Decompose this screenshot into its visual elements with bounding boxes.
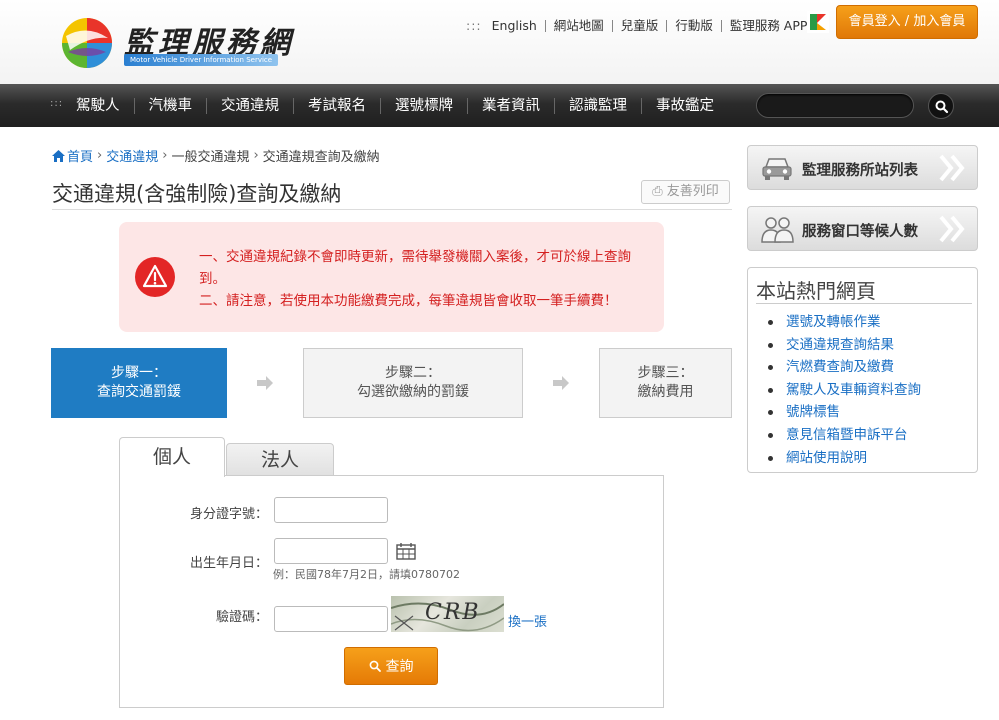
nav-items: 駕駛人 汽機車 交通違規 考試報名 選號標牌 業者資訊 認識監理 事故鑑定 [62,84,728,127]
site-header: 監理服務網 Motor Vehicle Driver Information S… [0,0,999,84]
step-1: 步驟一： 查詢交通罰鍰 [51,348,227,418]
printer-icon: ⎙ [652,184,663,199]
calendar-icon[interactable] [396,542,416,560]
notice-box: 一、交通違規紀錄不會即時更新，需待舉發機關入案後，才可於線上查詢到。 二、請注意… [119,222,664,332]
popular-link[interactable]: 交通違規查詢結果 [748,334,921,357]
step-3: 步驟三： 繳納費用 [599,348,732,418]
step-3-desc: 繳納費用 [637,384,694,400]
login-button[interactable]: 會員登入 / 加入會員 [836,5,978,39]
popular-link[interactable]: 選號及轉帳作業 [748,311,921,334]
captcha-input[interactable] [274,606,388,632]
birth-label: 出生年月日： [189,556,268,571]
popular-pages-box: 本站熱門網頁 選號及轉帳作業 交通違規查詢結果 汽燃費查詢及繳費 駕駛人及車輛資… [747,267,978,473]
search-icon [369,660,381,672]
popular-link[interactable]: 號牌標售 [748,401,921,424]
link-english[interactable]: English [492,19,545,32]
nav-item-accident[interactable]: 事故鑑定 [641,97,728,114]
warning-icon [135,257,175,297]
breadcrumb-separator: › [97,148,103,163]
arrow-right-icon [257,376,273,390]
station-list-button[interactable]: 監理服務所站列表 [747,145,978,190]
notice-text: 一、交通違規紀錄不會即時更新，需待舉發機關入案後，才可於線上查詢到。 二、請注意… [199,246,654,312]
popular-link[interactable]: 網站使用說明 [748,447,921,470]
logo-mark-icon [62,18,112,68]
nav-item-about[interactable]: 認識監理 [554,97,641,114]
link-mobile[interactable]: 行動版 [666,19,721,32]
step-3-title: 步驟三： [637,365,694,381]
breadcrumb-separator: › [162,148,168,163]
popular-link[interactable]: 駕駛人及車輛資料查詢 [748,379,921,402]
captcha-image: CRB [391,596,504,632]
site-logo[interactable]: 監理服務網 Motor Vehicle Driver Information S… [60,16,300,70]
car-icon [762,158,792,180]
step-1-title: 步驟一： [111,365,167,381]
search-button[interactable]: 查詢 [344,647,438,685]
nav-item-violation[interactable]: 交通違規 [206,97,293,114]
nav-item-business[interactable]: 業者資訊 [467,97,554,114]
station-list-label: 監理服務所站列表 [802,163,918,179]
link-sitemap[interactable]: 網站地圖 [544,19,612,32]
search-icon [935,100,949,114]
captcha-label: 驗證碼： [215,610,268,625]
print-button[interactable]: ⎙ 友善列印 [641,180,730,204]
top-links-dots: ::: [466,18,482,33]
birthdate-hint: 例：民國78年7月2日，請填0780702 [273,568,460,581]
nav-item-vehicle[interactable]: 汽機車 [133,97,207,114]
arrow-right-icon [553,376,569,390]
step-1-desc: 查詢交通罰鍰 [97,384,181,400]
people-queue-icon [761,217,794,243]
id-label: 身分證字號： [189,507,268,522]
breadcrumb-current: 交通違規查詢及繳納 [262,150,380,165]
nav-search-input[interactable] [756,93,914,118]
print-label: 友善列印 [666,184,719,199]
double-chevron-right-icon [939,154,965,182]
breadcrumb-general: 一般交通違規 [171,150,250,165]
nav-item-plate[interactable]: 選號標牌 [380,97,467,114]
step-2-title: 步驟二： [385,365,441,381]
nav-item-driver[interactable]: 駕駛人 [62,98,134,114]
captcha-image-text: CRB [425,600,481,625]
waiting-count-label: 服務窗口等候人數 [802,224,918,240]
link-kids[interactable]: 兒童版 [611,19,667,32]
breadcrumb-separator: › [253,148,259,163]
notice-line-2: 二、請注意，若使用本功能繳費完成，每筆違規皆會收取一筆手續費！ [199,293,618,309]
nav-search-button[interactable] [928,93,954,119]
page-title: 交通違規(含強制險)查詢及繳納 [52,182,342,206]
popular-link[interactable]: 汽燃費查詢及繳費 [748,356,921,379]
main-nav: ::: 駕駛人 汽機車 交通違規 考試報名 選號標牌 業者資訊 認識監理 事故鑑… [0,84,999,127]
refresh-captcha-link[interactable]: 換一張 [508,611,547,630]
breadcrumb-violation[interactable]: 交通違規 [106,146,158,165]
popular-link[interactable]: 意見信箱暨申訴平台 [748,424,921,447]
title-divider [52,209,732,210]
breadcrumb: 首頁 › 交通違規 › 一般交通違規 › 交通違規查詢及繳納 [52,146,380,165]
logo-subtitle: Motor Vehicle Driver Information Service [124,54,279,66]
top-links: ::: English 網站地圖 兒童版 行動版 監理服務 APP [466,18,815,33]
tab-personal[interactable]: 個人 [119,437,225,477]
popular-pages-title: 本站熱門網頁 [756,279,876,303]
popular-pages-list: 選號及轉帳作業 交通違規查詢結果 汽燃費查詢及繳費 駕駛人及車輛資料查詢 號牌標… [748,311,921,469]
step-2: 步驟二： 勾選欲繳納的罰鍰 [303,348,523,418]
app-badge-icon[interactable] [807,11,829,33]
double-chevron-right-icon [939,215,965,243]
notice-line-1: 一、交通違規紀錄不會即時更新，需待舉發機關入案後，才可於線上查詢到。 [199,249,631,287]
home-icon [52,149,65,162]
waiting-count-button[interactable]: 服務窗口等候人數 [747,206,978,251]
tab-corporate[interactable]: 法人 [226,443,334,476]
nav-item-exam[interactable]: 考試報名 [293,97,380,114]
search-button-label: 查詢 [385,659,414,675]
birthdate-input[interactable] [274,538,388,564]
breadcrumb-home[interactable]: 首頁 [67,146,93,165]
step-2-desc: 勾選欲繳納的罰鍰 [357,384,469,400]
id-number-input[interactable] [274,497,388,523]
link-app[interactable]: 監理服務 APP [720,19,816,32]
popular-pages-divider [756,303,972,304]
